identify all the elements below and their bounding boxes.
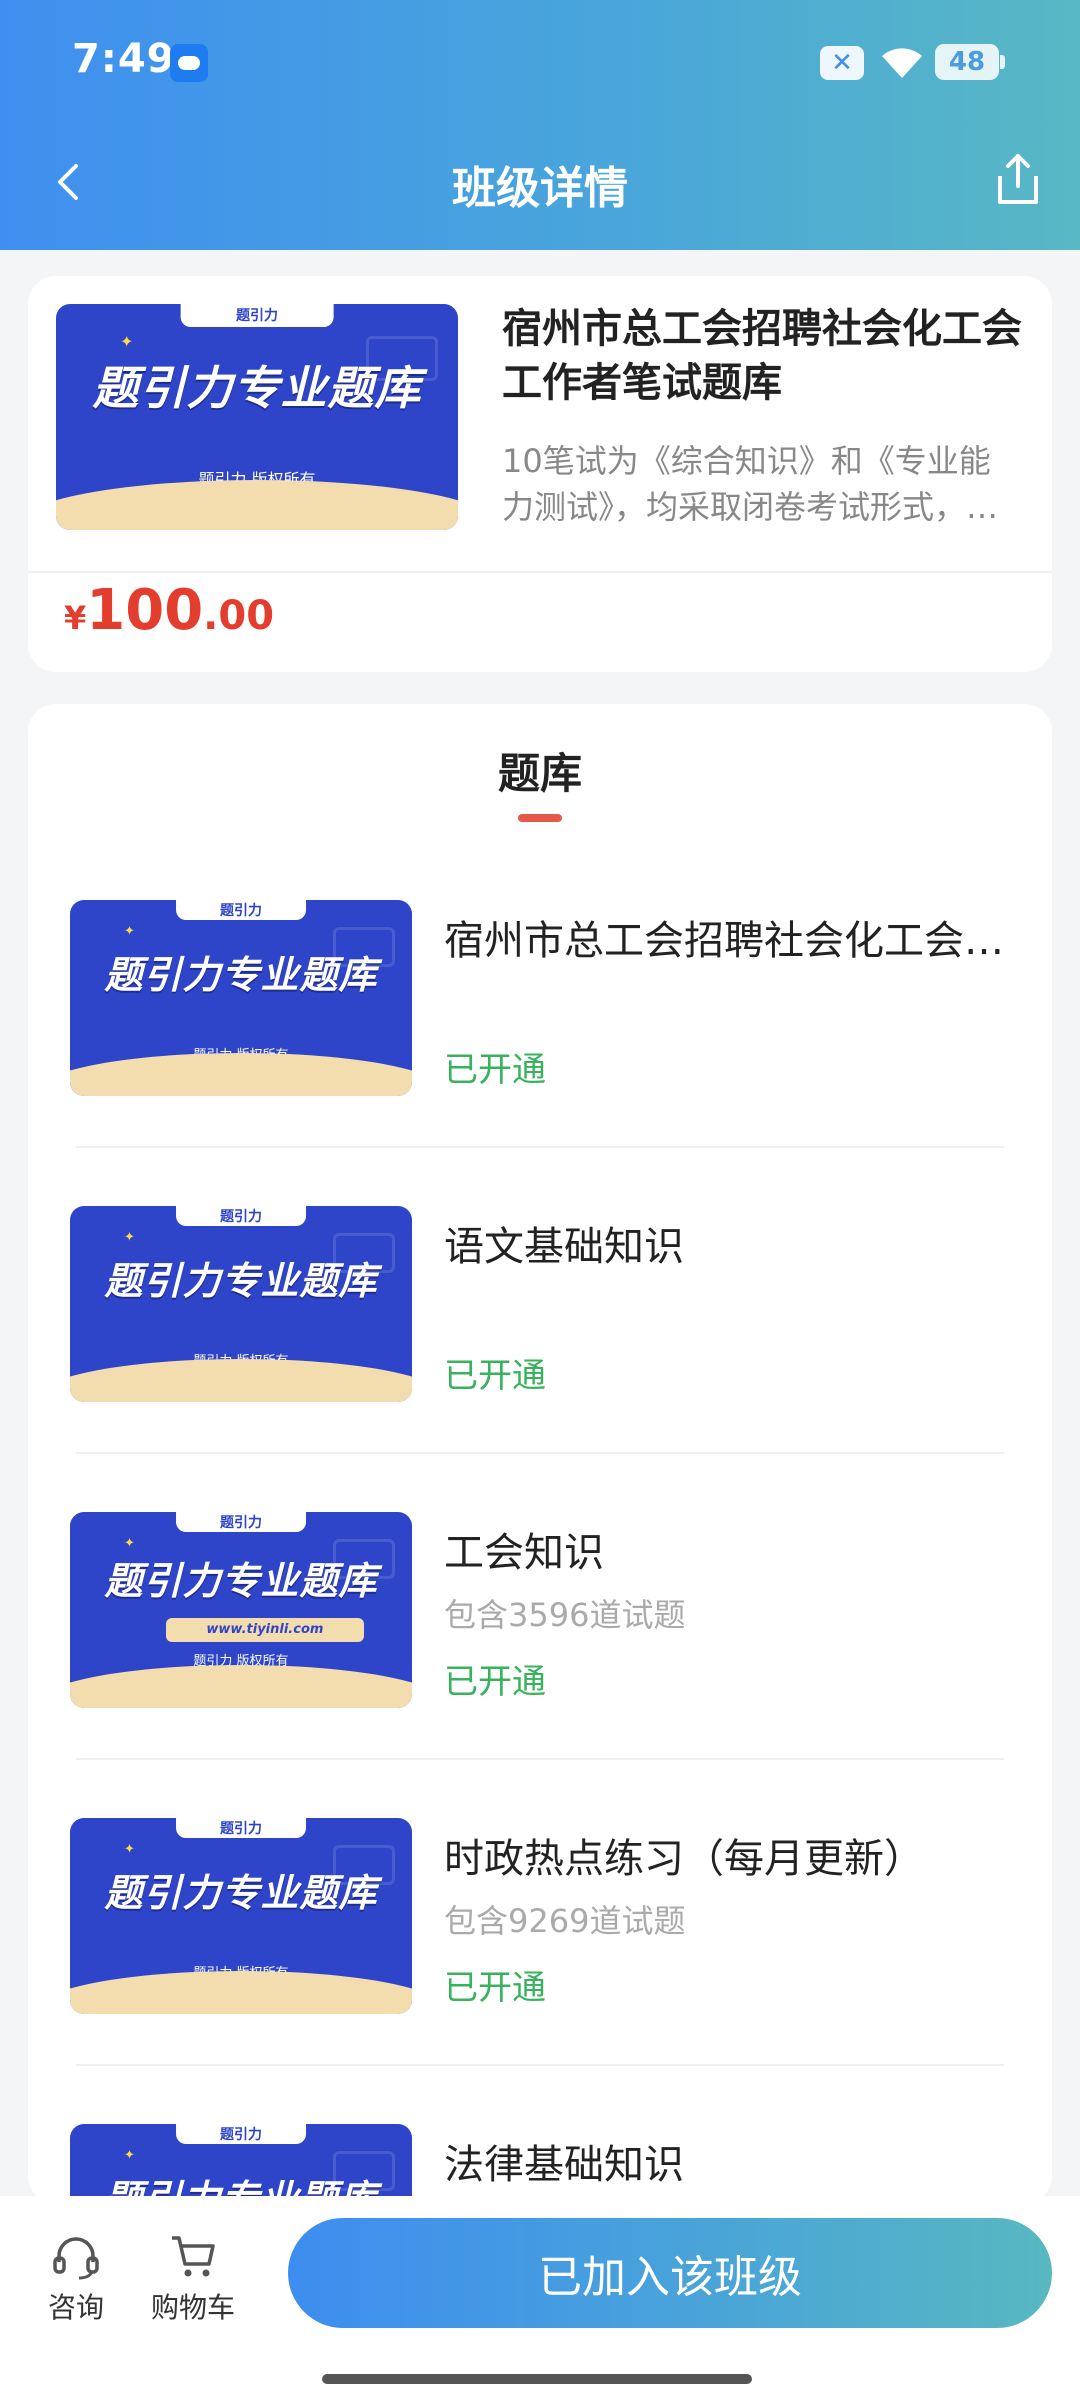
bank-question-count: 包含3596道试题	[444, 1596, 686, 1634]
consult-button[interactable]: 咨询	[46, 2232, 106, 2326]
headset-icon	[53, 2237, 99, 2280]
bank-name: 宿州市总工会招聘社会化工会工作者笔试题库	[444, 918, 1004, 964]
bank-cover-image: 题引力✦题引力专业题库题引力 版权所有	[70, 900, 412, 1096]
price-integer: 100	[86, 578, 204, 643]
cover-brand-tab: 题引力	[176, 1206, 306, 1226]
share-icon	[998, 154, 1038, 204]
course-cover-image: 题引力 ✦ 题引力专业题库 题引力 版权所有	[56, 304, 458, 530]
tab-indicator	[518, 814, 562, 822]
bank-name: 语文基础知识	[444, 1224, 684, 1270]
cover-brand: 题引力	[219, 2126, 262, 2143]
status-time: 7:49	[72, 36, 176, 82]
price-decimal: .00	[203, 593, 275, 639]
course-price: ¥100.00	[64, 578, 274, 643]
home-indicator[interactable]	[322, 2374, 752, 2384]
header: 7:49 ✕ 48 班级详情	[0, 0, 1080, 250]
divider	[76, 1146, 1004, 1148]
cover-brand: 题引力	[219, 1820, 262, 1837]
bank-status: 已开通	[444, 1968, 546, 2008]
divider	[76, 2064, 1004, 2066]
course-description: 10笔试为《综合知识》和《专业能力测试》，均采取闭卷考试形式，满分各100分	[502, 442, 999, 526]
page-title: 班级详情	[452, 163, 628, 214]
cover-brand: 题引力	[219, 1208, 262, 1225]
bank-name: 时政热点练习（每月更新）	[444, 1836, 924, 1882]
cover-brand: 题引力	[219, 1514, 262, 1531]
star-icon: ✦	[124, 2148, 135, 2163]
cover-title: 题引力专业题库	[104, 1559, 378, 1603]
cart-label: 购物车	[150, 2291, 235, 2324]
share-button[interactable]	[990, 150, 1046, 210]
bank-name: 法律基础知识	[444, 2142, 684, 2188]
cover-brand: 题引力	[236, 308, 278, 325]
divider	[76, 1758, 1004, 1760]
cover-brand-tab: 题引力	[180, 304, 334, 327]
course-card: 题引力 ✦ 题引力专业题库 题引力 版权所有 宿州市总工会招聘社会化工会工作者笔…	[28, 276, 1052, 672]
cover-title: 题引力专业题库	[104, 1259, 378, 1303]
course-title: 宿州市总工会招聘社会化工会工作者笔试题库	[502, 306, 1022, 406]
question-bank-row[interactable]: 题引力 ✦ 题引力专业题库 www.tiyinli.com 题引力 版权所有 工会知识 包含…	[70, 1512, 1010, 1818]
bank-cover-image: 题引力✦题引力专业题库题引力 版权所有	[70, 1206, 412, 1402]
shopping-cart-icon	[172, 2236, 215, 2277]
consult-label: 咨询	[47, 2291, 104, 2324]
notification-x-icon: ✕	[820, 46, 864, 80]
join-class-button[interactable]: 已加入该班级	[288, 2218, 1052, 2328]
cover-brand-tab: 题引力	[176, 1512, 306, 1532]
question-bank-row[interactable]: 题引力✦题引力专业题库题引力 版权所有时政热点练习（每月更新）包含9269道试题…	[70, 1818, 1010, 2124]
status-bar: 7:49 ✕ 48	[0, 0, 1080, 130]
battery-level: 48	[948, 47, 986, 77]
question-bank-row[interactable]: 题引力✦题引力专业题库题引力 版权所有宿州市总工会招聘社会化工会工作者笔试题库已…	[70, 900, 1010, 1206]
cover-title: 题引力专业题库	[104, 953, 378, 997]
cover-url: www.tiyinli.com	[165, 1618, 365, 1642]
star-icon: ✦	[120, 332, 134, 351]
bank-cover-image: 题引力 ✦ 题引力专业题库 www.tiyinli.com 题引力 版权所有	[70, 1512, 412, 1708]
star-icon: ✦	[124, 1536, 135, 1551]
bottom-action-bar: 咨询 购物车 已加入该班级	[0, 2196, 1080, 2400]
star-icon: ✦	[124, 1230, 135, 1245]
cover-title: 题引力专业题库	[104, 1871, 378, 1915]
wifi-icon	[880, 44, 924, 84]
bank-status: 已开通	[444, 1050, 546, 1090]
bank-cover-image: 题引力✦题引力专业题库题引力 版权所有	[70, 1818, 412, 2014]
cart-button[interactable]: 购物车	[148, 2232, 238, 2326]
weather-icon	[170, 44, 208, 82]
divider	[28, 571, 1052, 573]
section-title[interactable]: 题库	[0, 740, 1080, 801]
bank-status: 已开通	[444, 1356, 546, 1396]
price-currency: ¥	[64, 599, 87, 637]
battery-icon: 48	[935, 44, 1005, 80]
cover-brand-tab: 题引力	[176, 900, 306, 920]
question-bank-row[interactable]: 题引力✦题引力专业题库题引力 版权所有语文基础知识已开通	[70, 1206, 1010, 1512]
cover-brand-tab: 题引力	[176, 2124, 306, 2144]
cover-title: 题引力专业题库	[92, 361, 422, 415]
cover-brand: 题引力	[219, 902, 262, 919]
bank-name: 工会知识	[444, 1530, 604, 1576]
cover-brand-tab: 题引力	[176, 1818, 306, 1838]
bank-question-count: 包含9269道试题	[444, 1902, 686, 1940]
bank-status: 已开通	[444, 1662, 546, 1702]
divider	[76, 1452, 1004, 1454]
star-icon: ✦	[124, 1842, 135, 1857]
star-icon: ✦	[124, 924, 135, 939]
